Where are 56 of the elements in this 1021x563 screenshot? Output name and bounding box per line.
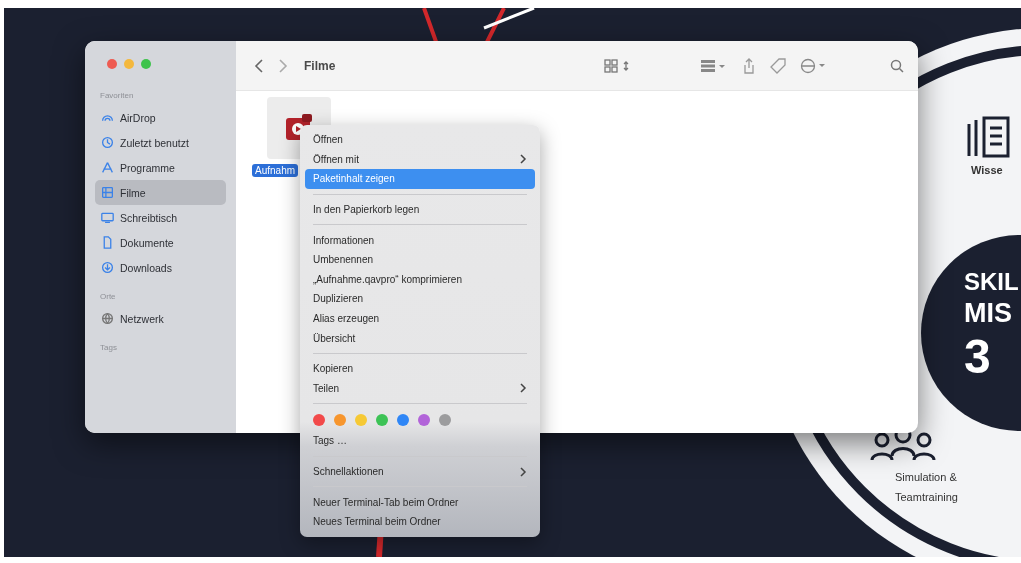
menu-item[interactable]: Teilen bbox=[305, 378, 535, 399]
menu-item[interactable]: In den Papierkorb legen bbox=[305, 199, 535, 220]
menu-item[interactable]: Umbenennen bbox=[305, 249, 535, 270]
download-icon bbox=[101, 261, 114, 274]
menu-item[interactable]: Schnellaktionen bbox=[305, 461, 535, 482]
tag-color-dot[interactable] bbox=[439, 414, 451, 427]
tag-color-dot[interactable] bbox=[397, 414, 409, 427]
tag-color-dot[interactable] bbox=[334, 414, 346, 427]
wallpaper-label: Wisse bbox=[971, 165, 1003, 176]
sidebar-item[interactable]: Zuletzt benutzt bbox=[95, 130, 226, 155]
tag-color-dot[interactable] bbox=[418, 414, 430, 427]
menu-item[interactable]: Öffnen mit bbox=[305, 149, 535, 170]
window-title: Filme bbox=[304, 58, 336, 73]
menu-item[interactable]: Duplizieren bbox=[305, 289, 535, 309]
sidebar-item[interactable]: Downloads bbox=[95, 255, 226, 280]
file-name[interactable]: Aufnahm bbox=[252, 164, 299, 177]
wallpaper-label: Teamtraining bbox=[895, 492, 958, 503]
menu-item[interactable]: Neuer Terminal-Tab beim Ordner bbox=[305, 492, 535, 512]
tag-icon[interactable] bbox=[770, 57, 786, 74]
close-button[interactable] bbox=[107, 59, 117, 69]
share-icon[interactable] bbox=[742, 57, 756, 74]
tag-color-dot[interactable] bbox=[376, 414, 388, 427]
menu-item[interactable]: Alias erzeugen bbox=[305, 308, 535, 329]
menu-item[interactable]: „Aufnahme.qavpro“ komprimieren bbox=[305, 269, 535, 290]
tag-color-dot[interactable] bbox=[355, 414, 367, 427]
menu-item[interactable]: Neues Terminal beim Ordner bbox=[305, 511, 535, 532]
search-icon[interactable] bbox=[890, 58, 904, 73]
logo-text: SKIL bbox=[964, 270, 1019, 294]
logo-text: 3 bbox=[964, 333, 991, 381]
sidebar-item[interactable]: Schreibtisch bbox=[95, 205, 226, 230]
back-icon[interactable] bbox=[254, 58, 264, 73]
sidebar-item[interactable]: Programme bbox=[95, 155, 226, 180]
sidebar-item[interactable]: AirDrop bbox=[95, 105, 226, 130]
desktop-icon bbox=[101, 211, 114, 224]
menu-item[interactable]: Kopieren bbox=[305, 358, 535, 379]
globe-icon bbox=[101, 312, 114, 325]
document-icon bbox=[101, 236, 114, 249]
sidebar-heading: Orte bbox=[100, 292, 117, 301]
sidebar-item[interactable]: Dokumente bbox=[95, 230, 226, 255]
sidebar-heading: Favoriten bbox=[100, 91, 135, 100]
logo-text: MIS bbox=[964, 300, 1012, 327]
apps-icon bbox=[101, 161, 114, 174]
sidebar-item[interactable]: Netzwerk bbox=[95, 306, 226, 331]
sidebar-heading: Tags bbox=[100, 343, 118, 352]
sidebar-item[interactable]: Filme bbox=[95, 180, 226, 205]
menu-item[interactable]: Übersicht bbox=[305, 328, 535, 348]
wallpaper-label: Simulation & bbox=[895, 472, 957, 483]
menu-item[interactable]: Tags … bbox=[305, 431, 535, 451]
clock-icon bbox=[101, 136, 114, 149]
group-icon[interactable] bbox=[700, 58, 728, 73]
menu-item[interactable]: Informationen bbox=[305, 230, 535, 250]
action-icon[interactable] bbox=[800, 57, 828, 74]
menu-item[interactable]: Öffnen bbox=[305, 130, 535, 150]
forward-icon[interactable] bbox=[278, 58, 288, 73]
zoom-button[interactable] bbox=[141, 59, 151, 69]
tag-color-dot[interactable] bbox=[313, 414, 325, 427]
